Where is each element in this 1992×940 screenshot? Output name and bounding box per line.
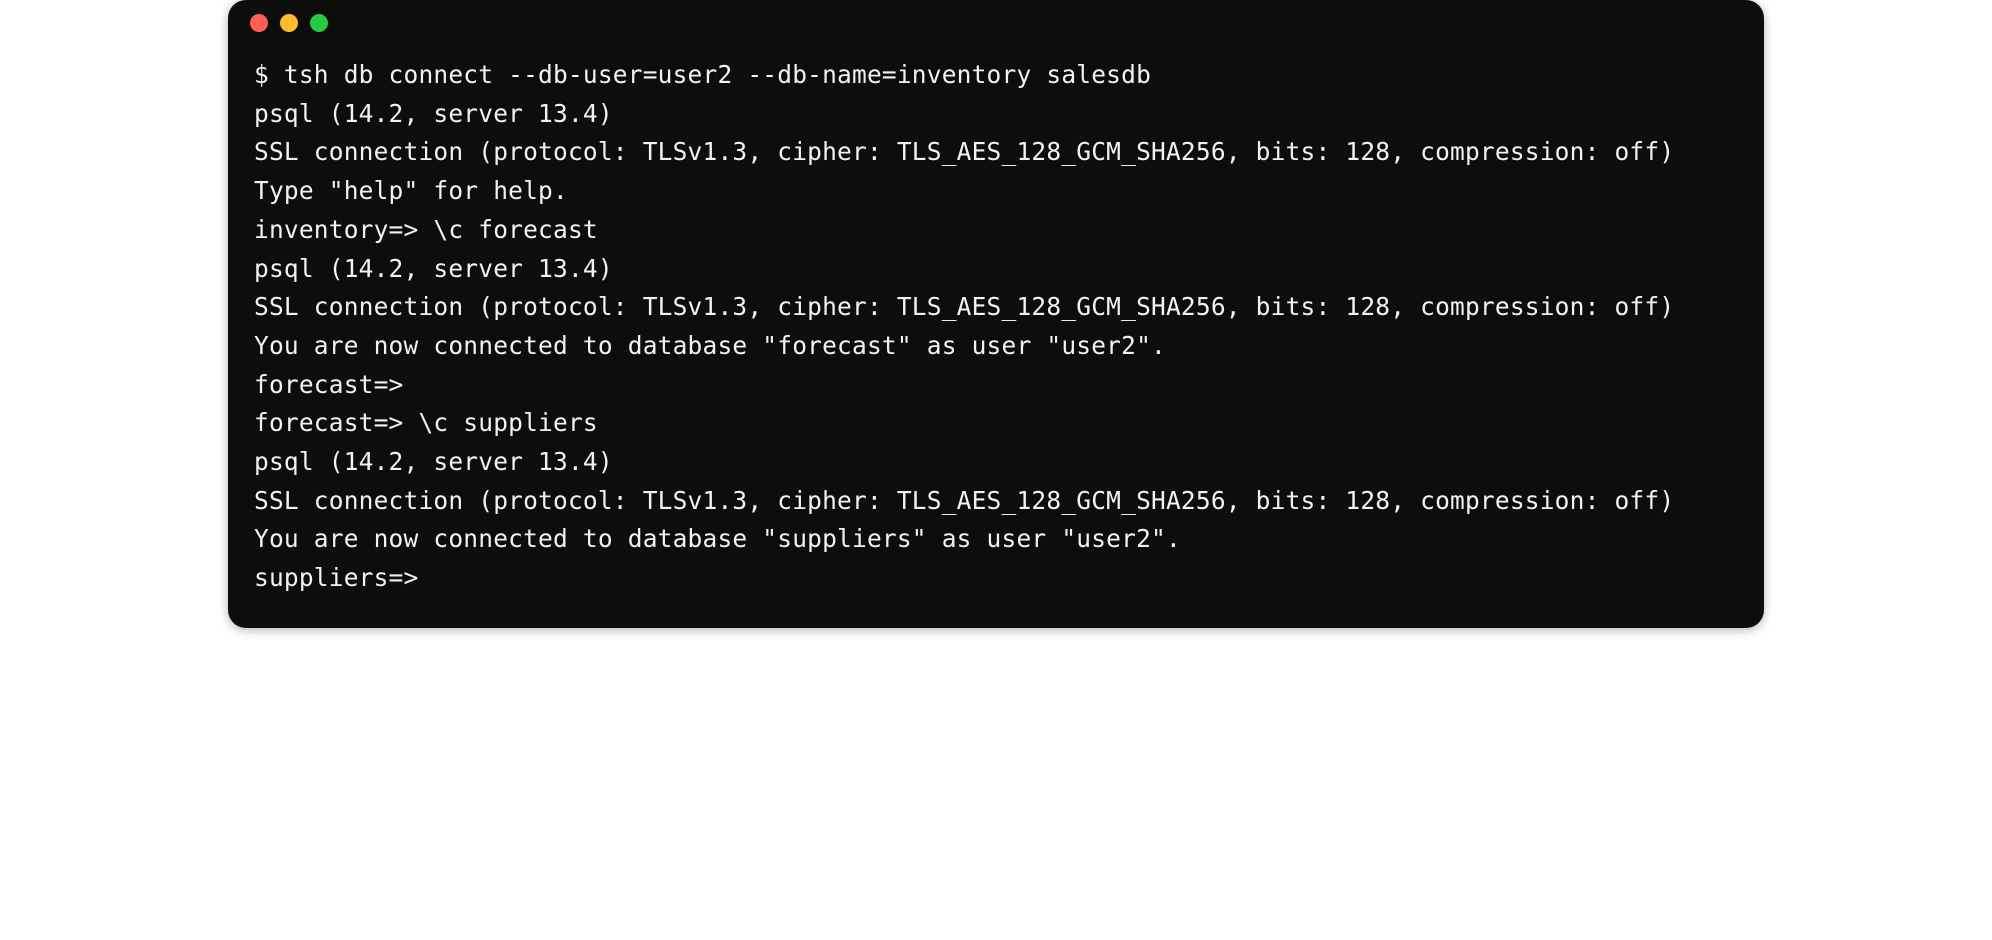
terminal-line: SSL connection (protocol: TLSv1.3, ciphe…: [254, 482, 1738, 521]
terminal-content[interactable]: $ tsh db connect --db-user=user2 --db-na…: [228, 46, 1764, 628]
maximize-icon[interactable]: [310, 14, 328, 32]
terminal-line: psql (14.2, server 13.4): [254, 443, 1738, 482]
terminal-line: psql (14.2, server 13.4): [254, 95, 1738, 134]
terminal-line: forecast=> \c suppliers: [254, 404, 1738, 443]
terminal-line: You are now connected to database "suppl…: [254, 520, 1738, 559]
terminal-line: SSL connection (protocol: TLSv1.3, ciphe…: [254, 133, 1738, 172]
close-icon[interactable]: [250, 14, 268, 32]
titlebar: [228, 0, 1764, 46]
terminal-window: $ tsh db connect --db-user=user2 --db-na…: [228, 0, 1764, 628]
terminal-line: psql (14.2, server 13.4): [254, 250, 1738, 289]
terminal-line: SSL connection (protocol: TLSv1.3, ciphe…: [254, 288, 1738, 327]
terminal-line: suppliers=>: [254, 559, 1738, 598]
terminal-line: forecast=>: [254, 366, 1738, 405]
terminal-line: Type "help" for help.: [254, 172, 1738, 211]
terminal-line: $ tsh db connect --db-user=user2 --db-na…: [254, 56, 1738, 95]
terminal-line: inventory=> \c forecast: [254, 211, 1738, 250]
terminal-line: You are now connected to database "forec…: [254, 327, 1738, 366]
minimize-icon[interactable]: [280, 14, 298, 32]
